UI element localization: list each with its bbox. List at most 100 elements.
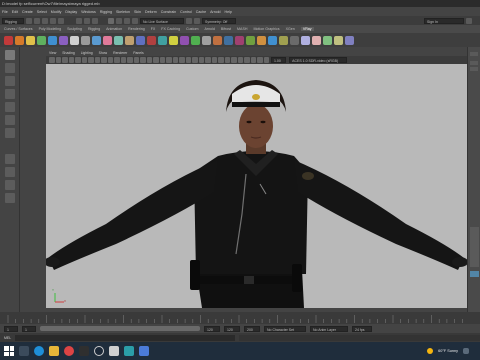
playback-start-field[interactable]: 1 — [22, 325, 36, 332]
steam-icon[interactable] — [94, 346, 104, 356]
shelf-tab-vray[interactable]: VRay — [300, 27, 314, 31]
undo-icon[interactable] — [50, 17, 56, 24]
shelf-tab-fx[interactable]: FX — [151, 27, 156, 31]
four-view-layout-icon[interactable] — [5, 167, 15, 177]
panel-tool-icon[interactable] — [185, 57, 191, 63]
shelf-tool-icon[interactable] — [202, 35, 211, 45]
panel-tool-icon[interactable] — [75, 57, 81, 63]
shelf-tool-icon[interactable] — [59, 35, 68, 45]
panel-tool-icon[interactable] — [68, 57, 74, 63]
menu-cache[interactable]: Cache — [196, 10, 206, 14]
panel-tool-icon[interactable] — [140, 57, 146, 63]
ipr-render-icon[interactable] — [194, 17, 200, 24]
character-set-dropdown[interactable]: No Character Set — [264, 325, 306, 332]
panel-menu-renderer[interactable]: Renderer — [113, 51, 127, 55]
panel-menu-show[interactable]: Show — [99, 51, 107, 55]
shelf-tool-icon[interactable] — [70, 35, 79, 45]
edge-browser-icon[interactable] — [34, 346, 44, 356]
shelf-tool-icon[interactable] — [4, 35, 13, 45]
weather-icon[interactable] — [427, 348, 434, 354]
symmetry-dropdown[interactable]: Symmetry: Off — [202, 17, 236, 24]
menu-help[interactable]: Help — [225, 10, 232, 14]
shelf-tool-icon[interactable] — [92, 35, 101, 45]
cmd-language-label[interactable]: MEL — [4, 336, 11, 340]
panel-tool-icon[interactable] — [218, 57, 224, 63]
task-view-icon[interactable] — [19, 346, 29, 356]
panel-tool-icon[interactable] — [133, 57, 139, 63]
range-end-field[interactable]: 120 — [224, 325, 240, 332]
maya-icon[interactable] — [124, 346, 134, 356]
shelf-tool-icon[interactable] — [191, 35, 200, 45]
save-scene-icon[interactable] — [42, 17, 48, 24]
panel-tool-icon[interactable] — [120, 57, 126, 63]
panel-tool-icon[interactable] — [153, 57, 159, 63]
shelf-tool-icon[interactable] — [180, 35, 189, 45]
panel-tool-icon[interactable] — [166, 57, 172, 63]
menu-edit[interactable]: Edit — [12, 10, 18, 14]
shelf-tool-icon[interactable] — [169, 35, 178, 45]
last-tool-icon[interactable] — [5, 128, 15, 138]
panel-tool-icon[interactable] — [179, 57, 185, 63]
scale-tool-icon[interactable] — [5, 115, 15, 125]
menu-arnold[interactable]: Arnold — [210, 10, 220, 14]
shelf-tab-arnold[interactable]: Arnold — [204, 27, 214, 31]
panel-tool-icon[interactable] — [101, 57, 107, 63]
shelf-tool-icon[interactable] — [279, 35, 288, 45]
panel-tool-icon[interactable] — [127, 57, 133, 63]
panel-tool-icon[interactable] — [211, 57, 217, 63]
panel-tool-icon[interactable] — [231, 57, 237, 63]
shelf-tool-icon[interactable] — [323, 35, 332, 45]
shelf-tab-sculpting[interactable]: Sculpting — [67, 27, 82, 31]
range-slider[interactable] — [40, 326, 200, 331]
shelf-tab-animation[interactable]: Animation — [106, 27, 122, 31]
panel-menu-view[interactable]: View — [49, 51, 56, 55]
menu-display[interactable]: Display — [65, 10, 77, 14]
shelf-tool-icon[interactable] — [334, 35, 343, 45]
anim-layer-dropdown[interactable]: No Anim Layer — [310, 325, 348, 332]
app-icon-2[interactable] — [109, 346, 119, 356]
range-start-field[interactable]: 1 — [4, 325, 18, 332]
menu-create[interactable]: Create — [22, 10, 33, 14]
snap-grid-icon[interactable] — [108, 17, 114, 24]
select-by-component-icon[interactable] — [92, 17, 98, 24]
shelf-tool-icon[interactable] — [81, 35, 90, 45]
redo-icon[interactable] — [58, 17, 64, 24]
render-icon[interactable] — [186, 17, 192, 24]
command-input[interactable] — [15, 334, 236, 341]
media-player-icon[interactable] — [79, 346, 89, 356]
panel-tool-icon[interactable] — [263, 57, 269, 63]
shelf-tool-icon[interactable] — [158, 35, 167, 45]
channel-box-tab[interactable] — [470, 52, 478, 56]
panel-tool-icon[interactable] — [237, 57, 243, 63]
colorspace-dropdown[interactable]: ACES 1.0 SDR-video (sRGB) — [289, 57, 347, 63]
shelf-tool-icon[interactable] — [103, 35, 112, 45]
open-scene-icon[interactable] — [34, 17, 40, 24]
menu-control[interactable]: Control — [180, 10, 192, 14]
move-tool-icon[interactable] — [5, 89, 15, 99]
shelf-tool-icon[interactable] — [147, 35, 156, 45]
select-tool-icon[interactable] — [5, 50, 15, 60]
windows-start-icon[interactable] — [4, 346, 14, 356]
shelf-tab-curves-surfaces[interactable]: Curves / Surfaces — [4, 27, 33, 31]
panel-menu-lighting[interactable]: Lighting — [81, 51, 93, 55]
time-slider[interactable] — [0, 312, 480, 324]
menu-rigging[interactable]: Rigging — [100, 10, 112, 14]
max-end-field[interactable]: 200 — [244, 325, 260, 332]
shelf-tool-icon[interactable] — [125, 35, 134, 45]
shelf-tool-icon[interactable] — [257, 35, 266, 45]
menu-modify[interactable]: Modify — [51, 10, 62, 14]
menu-skeleton[interactable]: Skeleton — [116, 10, 130, 14]
gamma-field[interactable]: 1.00 — [271, 57, 287, 63]
panel-tool-icon[interactable] — [81, 57, 87, 63]
viewport[interactable]: Y X — [46, 64, 467, 308]
menu-set-dropdown[interactable]: Rigging — [2, 17, 24, 24]
shelf-tab-xgen[interactable]: XGen — [286, 27, 295, 31]
panel-tool-icon[interactable] — [94, 57, 100, 63]
layer-item-selected[interactable] — [470, 271, 479, 277]
attribute-editor-tab[interactable] — [470, 61, 478, 65]
chrome-icon[interactable] — [64, 346, 74, 356]
graph-layout-icon[interactable] — [5, 193, 15, 203]
shelf-tool-icon[interactable] — [15, 35, 24, 45]
modeling-toolkit-tab[interactable] — [470, 67, 478, 71]
panel-tool-icon[interactable] — [114, 57, 120, 63]
